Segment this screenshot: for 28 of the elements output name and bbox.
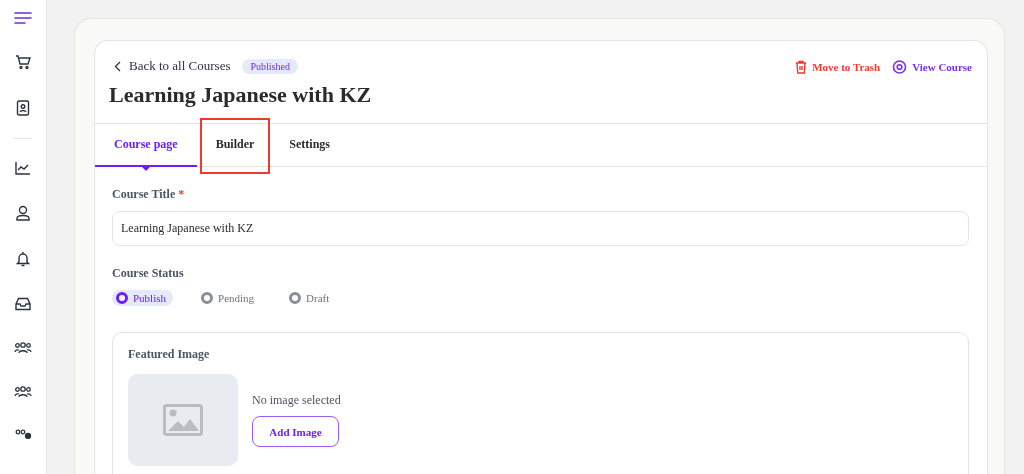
image-icon	[163, 404, 203, 436]
course-title-field[interactable]: Learning Japanese with KZ	[112, 211, 969, 246]
empty-image-text: No image selected	[252, 393, 341, 408]
chart-icon[interactable]	[15, 161, 31, 175]
group-icon[interactable]	[14, 385, 32, 399]
contact-book-icon[interactable]	[16, 100, 30, 116]
status-radio[interactable]: Draft	[285, 290, 337, 306]
cart-icon[interactable]	[15, 54, 31, 70]
tab[interactable]: Settings	[270, 124, 349, 167]
section-label: Featured Image	[128, 347, 211, 362]
bell-icon[interactable]	[16, 251, 30, 267]
view-course-link[interactable]: View Course	[892, 60, 972, 74]
status-badge: Published	[242, 58, 298, 74]
add-image-button[interactable]: Add Image	[252, 416, 339, 447]
tab[interactable]: Builder	[201, 124, 269, 167]
group-icon[interactable]	[14, 341, 32, 355]
course-heading: Learning Japanese with KZ	[109, 82, 372, 108]
field-label: Course Status	[112, 266, 185, 281]
menu-icon[interactable]	[14, 12, 32, 24]
inbox-icon[interactable]	[15, 297, 31, 311]
move-to-trash-link[interactable]: Move to Trash	[795, 60, 881, 74]
user-icon[interactable]	[16, 205, 30, 221]
status-radio[interactable]: Pending	[197, 290, 262, 306]
back-link[interactable]: Back to all Courses	[109, 58, 231, 74]
field-label: Course Title *	[112, 187, 186, 202]
trash-icon	[795, 60, 808, 74]
status-radio[interactable]: Publish	[112, 290, 173, 306]
chevron-left-icon	[114, 60, 121, 72]
